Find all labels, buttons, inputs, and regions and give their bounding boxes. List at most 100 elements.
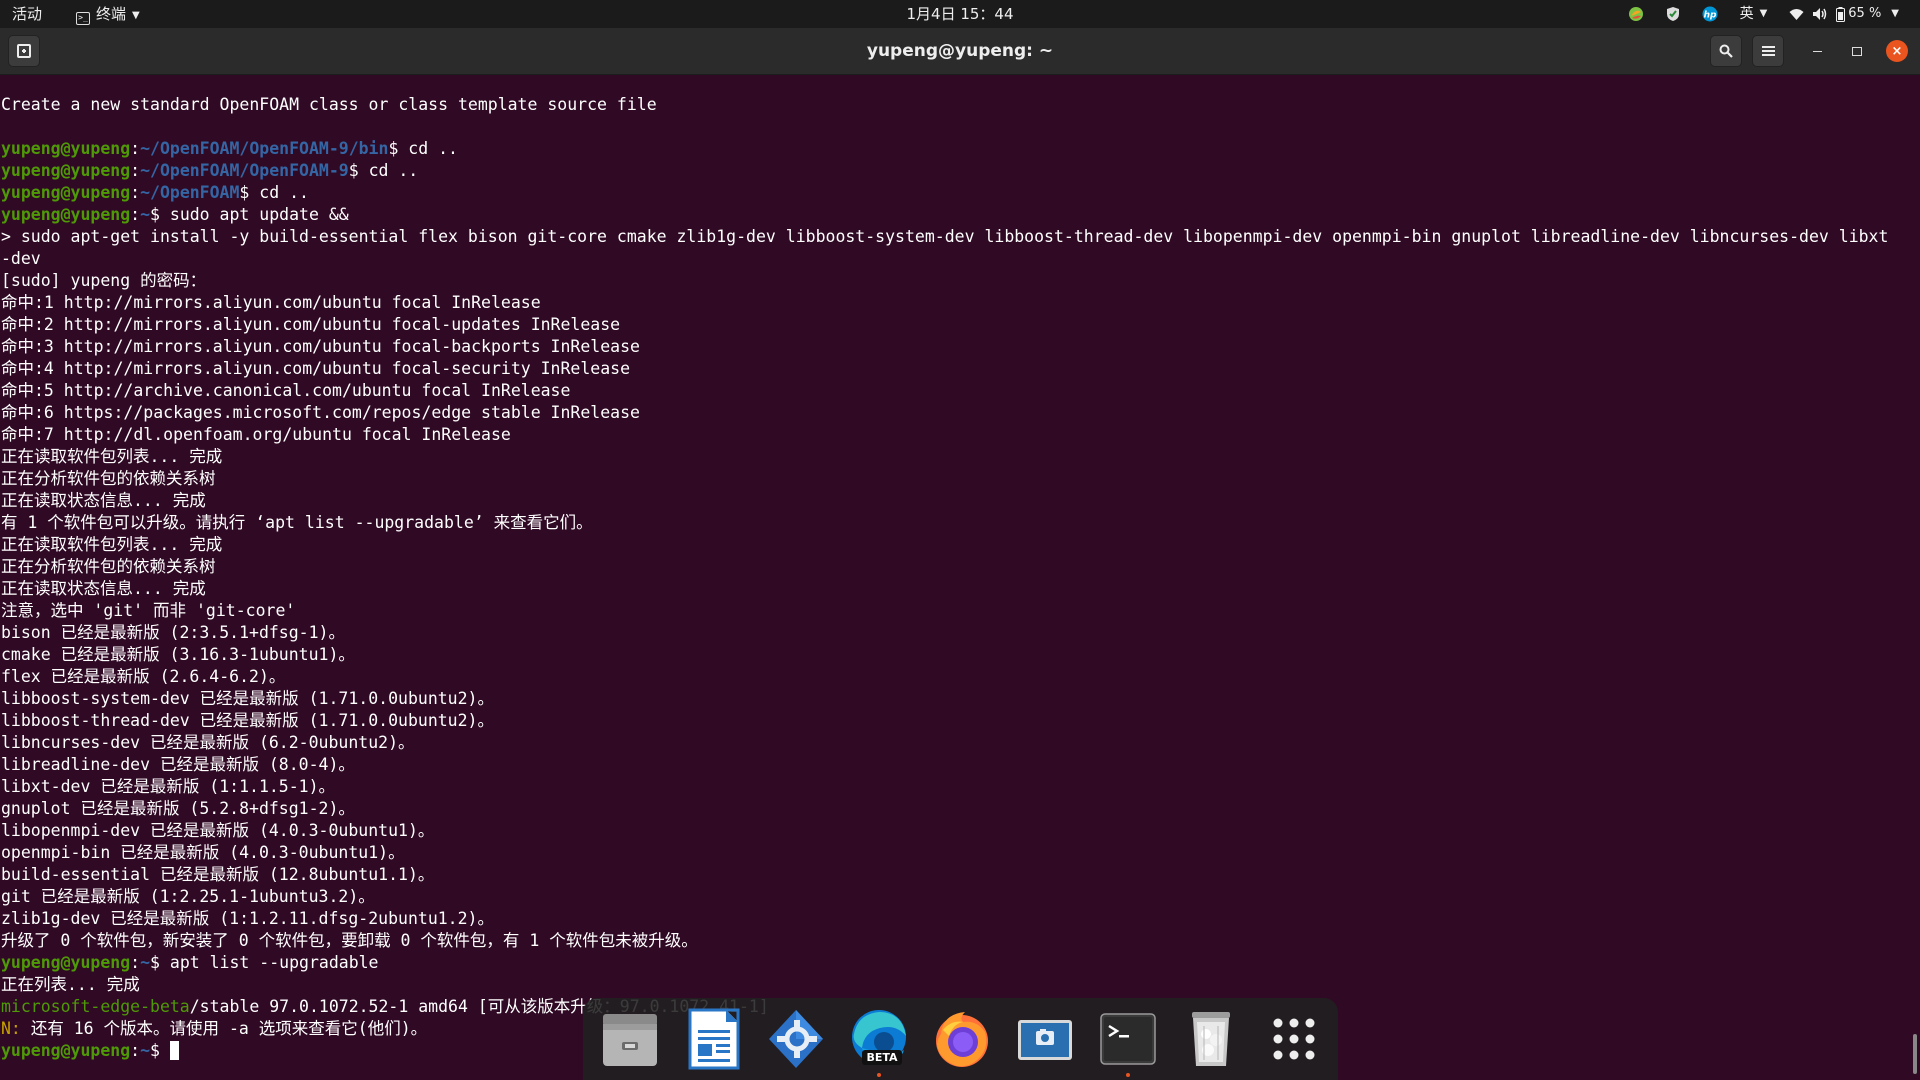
terminal-text: 命中:3 http://mirrors.aliyun.com/ubuntu fo… <box>1 337 640 356</box>
prompt-user: yupeng@yupeng <box>1 1041 131 1060</box>
prompt-path: ~ <box>140 1041 151 1060</box>
input-method-menu[interactable]: 英 ▼ <box>1729 0 1779 28</box>
firefox-icon <box>936 1012 988 1067</box>
prompt-user: yupeng@yupeng <box>1 161 131 180</box>
terminal-text: git 已经是最新版 (1:2.25.1-1ubuntu3.2)。 <box>1 887 375 906</box>
terminal-text: libboost-system-dev 已经是最新版 (1.71.0.0ubun… <box>1 689 494 708</box>
new-tab-icon <box>17 44 31 58</box>
top-bar: 活动 >_ 终端 ▼ 1月4日 15：44 hp 英 ▼ 65 % ▼ <box>0 0 1920 28</box>
terminal-line: yupeng@yupeng:~/OpenFOAM/OpenFOAM-9$ cd … <box>1 160 1888 182</box>
dock-item-trash[interactable] <box>1178 1006 1244 1072</box>
dock-item-files[interactable] <box>597 1006 663 1072</box>
tray-hp[interactable]: hp <box>1691 0 1729 28</box>
terminal-line: 命中:6 https://packages.microsoft.com/repo… <box>1 402 1888 424</box>
terminal-text: -dev <box>1 249 41 268</box>
running-indicator <box>877 1073 881 1077</box>
terminal-line: flex 已经是最新版 (2.6.4-6.2)。 <box>1 666 1888 688</box>
minimize-icon <box>1812 51 1822 52</box>
terminal-text: : <box>130 183 141 202</box>
wifi-icon <box>1789 8 1804 20</box>
terminal-text: gnuplot 已经是最新版 (5.2.8+dfsg1-2)。 <box>1 799 355 818</box>
software-icon <box>769 1010 823 1068</box>
terminal-line: libxt-dev 已经是最新版 (1:1.1.5-1)。 <box>1 776 1888 798</box>
terminal-text: 有 1 个软件包可以升级。请执行 ‘apt list --upgradable’… <box>1 513 593 532</box>
terminal-line: libncurses-dev 已经是最新版 (6.2-0ubuntu2)。 <box>1 732 1888 754</box>
terminal-text: : <box>130 1041 141 1060</box>
terminal-line: 正在读取软件包列表... 完成 <box>1 534 1888 556</box>
terminal-line: openmpi-bin 已经是最新版 (4.0.3-0ubuntu1)。 <box>1 842 1888 864</box>
close-icon: × <box>1891 43 1903 59</box>
terminal-line: 正在列表... 完成 <box>1 974 1888 996</box>
system-status-menu[interactable]: 65 % ▼ <box>1778 0 1910 28</box>
terminal-line: libboost-system-dev 已经是最新版 (1.71.0.0ubun… <box>1 688 1888 710</box>
terminal-line: gnuplot 已经是最新版 (5.2.8+dfsg1-2)。 <box>1 798 1888 820</box>
terminal-text: 注意，选中 'git' 而非 'git-core' <box>1 601 296 620</box>
terminal-line: 正在分析软件包的依赖关系树 <box>1 556 1888 578</box>
terminal-text: 正在列表... 完成 <box>1 975 140 994</box>
terminal-text: 命中:7 http://dl.openfoam.org/ubuntu focal… <box>1 425 511 444</box>
terminal-text: 正在读取软件包列表... 完成 <box>1 447 223 466</box>
writer-icon <box>688 1008 740 1070</box>
prompt-path: ~/OpenFOAM/OpenFOAM-9/bin <box>140 139 389 158</box>
terminal-scrollbar[interactable] <box>1910 75 1920 1080</box>
close-button[interactable]: × <box>1886 40 1908 62</box>
dock-item-firefox[interactable] <box>929 1006 995 1072</box>
hamburger-menu-button[interactable] <box>1752 35 1784 67</box>
prompt-user: yupeng@yupeng <box>1 139 131 158</box>
activities-button[interactable]: 活动 <box>12 0 42 28</box>
beta-badge: BETA <box>862 1050 902 1065</box>
terminal-line: yupeng@yupeng:~$ apt list --upgradable <box>1 952 1888 974</box>
svg-text:hp: hp <box>1703 11 1716 21</box>
dock-item-writer[interactable] <box>680 1006 746 1072</box>
terminal-text: 正在读取状态信息... 完成 <box>1 491 206 510</box>
maximize-button[interactable] <box>1846 40 1868 62</box>
new-tab-button[interactable] <box>8 35 40 67</box>
maximize-icon <box>1852 46 1862 56</box>
terminal-line: libreadline-dev 已经是最新版 (8.0-4)。 <box>1 754 1888 776</box>
terminal-text: openmpi-bin 已经是最新版 (4.0.3-0ubuntu1)。 <box>1 843 405 862</box>
screenshot-icon <box>1018 1020 1072 1060</box>
terminal-text: 正在读取软件包列表... 完成 <box>1 535 223 554</box>
terminal-text: 命中:1 http://mirrors.aliyun.com/ubuntu fo… <box>1 293 541 312</box>
terminal-line: 命中:5 http://archive.canonical.com/ubuntu… <box>1 380 1888 402</box>
terminal-line: 命中:2 http://mirrors.aliyun.com/ubuntu fo… <box>1 314 1888 336</box>
terminal-line: -dev <box>1 248 1888 270</box>
terminal-output[interactable]: Create a new standard OpenFOAM class or … <box>0 75 1910 1080</box>
terminal-line: > sudo apt-get install -y build-essentia… <box>1 226 1888 248</box>
dock-item-screenshot[interactable] <box>1012 1006 1078 1072</box>
chevron-down-icon: ▼ <box>1759 8 1768 19</box>
search-icon <box>1719 44 1733 58</box>
terminal-line: Create a new standard OpenFOAM class or … <box>1 94 1888 116</box>
terminal-text: 正在分析软件包的依赖关系树 <box>1 557 216 576</box>
terminal-app-icon: >_ <box>76 12 90 25</box>
show-apps-icon <box>1273 1018 1315 1060</box>
terminal-text: libopenmpi-dev 已经是最新版 (4.0.3-0ubuntu1)。 <box>1 821 435 840</box>
terminal-text: 正在分析软件包的依赖关系树 <box>1 469 216 488</box>
terminal-line: yupeng@yupeng:~/OpenFOAM$ cd .. <box>1 182 1888 204</box>
clock[interactable]: 1月4日 15：44 <box>906 5 1013 23</box>
system-tray: hp 英 ▼ 65 % ▼ <box>1617 0 1910 28</box>
dock-item-terminal[interactable] <box>1095 1006 1161 1077</box>
terminal-text: flex 已经是最新版 (2.6.4-6.2)。 <box>1 667 286 686</box>
terminal-text: $ apt list --upgradable <box>150 953 379 972</box>
scrollbar-thumb[interactable] <box>1913 1034 1917 1074</box>
terminal-line: 正在读取软件包列表... 完成 <box>1 446 1888 468</box>
prompt-user: yupeng@yupeng <box>1 183 131 202</box>
terminal-line: cmake 已经是最新版 (3.16.3-1ubuntu1)。 <box>1 644 1888 666</box>
dock-item-show-apps[interactable] <box>1261 1006 1327 1072</box>
terminal-line: 正在分析软件包的依赖关系树 <box>1 468 1888 490</box>
terminal-text: : <box>130 953 141 972</box>
dock-item-edge-beta[interactable]: BETA <box>846 1006 912 1077</box>
terminal-line: libboost-thread-dev 已经是最新版 (1.71.0.0ubun… <box>1 710 1888 732</box>
dock-item-software[interactable] <box>763 1006 829 1072</box>
terminal-text: bison 已经是最新版 (2:3.5.1+dfsg-1)。 <box>1 623 345 642</box>
search-button[interactable] <box>1710 35 1742 67</box>
app-menu[interactable]: >_ 终端 ▼ <box>76 0 140 28</box>
terminal-text: 命中:2 http://mirrors.aliyun.com/ubuntu fo… <box>1 315 621 334</box>
terminal-text: libncurses-dev 已经是最新版 (6.2-0ubuntu2)。 <box>1 733 415 752</box>
minimize-button[interactable] <box>1806 40 1828 62</box>
tray-shield[interactable] <box>1655 0 1691 28</box>
package-name: microsoft-edge-beta <box>1 997 190 1016</box>
tray-app-indicator[interactable] <box>1617 0 1655 28</box>
